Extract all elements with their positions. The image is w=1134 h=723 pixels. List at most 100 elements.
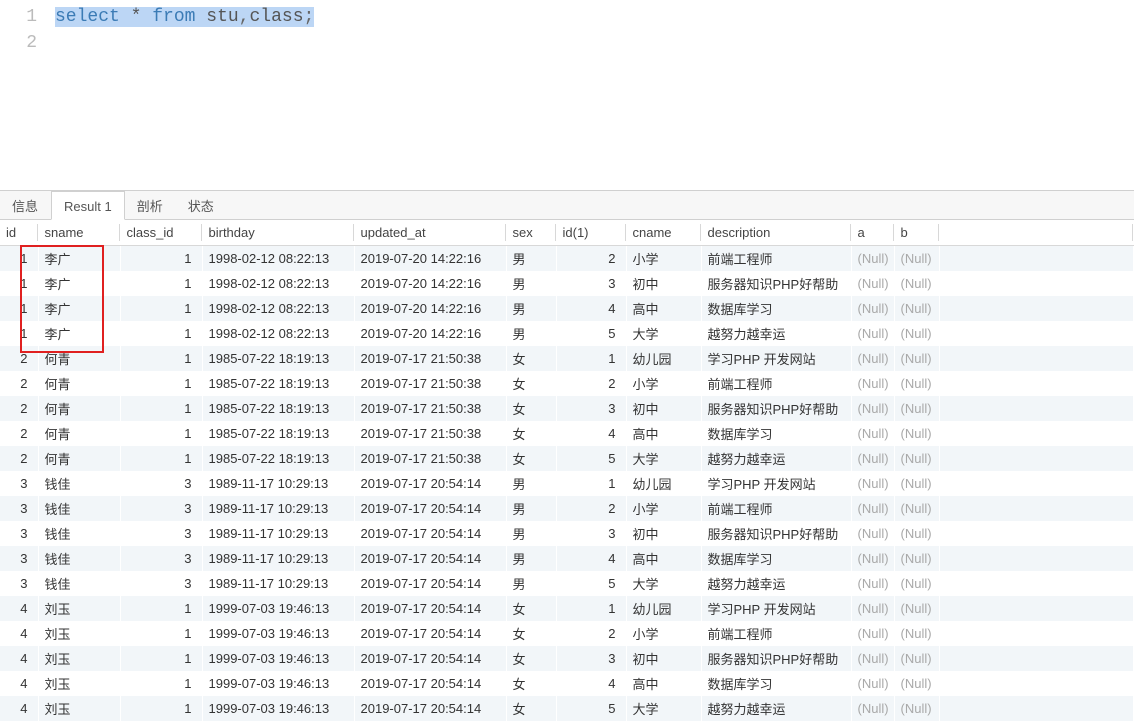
cell-class_id[interactable]: 3 bbox=[120, 546, 202, 571]
col-header-id1[interactable]: id(1) bbox=[556, 220, 626, 245]
cell-b[interactable]: (Null) bbox=[894, 371, 939, 396]
cell-a[interactable]: (Null) bbox=[851, 521, 894, 546]
cell-description[interactable]: 数据库学习 bbox=[701, 546, 851, 571]
cell-id[interactable]: 2 bbox=[0, 421, 38, 446]
cell-class_id[interactable]: 1 bbox=[120, 621, 202, 646]
cell-class_id[interactable]: 1 bbox=[120, 646, 202, 671]
cell-updated_at[interactable]: 2019-07-20 14:22:16 bbox=[354, 296, 506, 321]
cell-id1[interactable]: 2 bbox=[556, 496, 626, 521]
cell-sname[interactable]: 何青 bbox=[38, 346, 120, 371]
col-header-id[interactable]: id bbox=[0, 220, 38, 245]
cell-cname[interactable]: 小学 bbox=[626, 496, 701, 521]
cell-cname[interactable]: 高中 bbox=[626, 421, 701, 446]
cell-sname[interactable]: 钱佳 bbox=[38, 471, 120, 496]
cell-cname[interactable]: 大学 bbox=[626, 571, 701, 596]
cell-id[interactable]: 4 bbox=[0, 696, 38, 721]
cell-updated_at[interactable]: 2019-07-20 14:22:16 bbox=[354, 321, 506, 346]
tab-剖析[interactable]: 剖析 bbox=[125, 190, 176, 219]
cell-id[interactable]: 3 bbox=[0, 571, 38, 596]
cell-class_id[interactable]: 3 bbox=[120, 496, 202, 521]
cell-id[interactable]: 4 bbox=[0, 621, 38, 646]
cell-description[interactable]: 学习PHP 开发网站 bbox=[701, 346, 851, 371]
cell-class_id[interactable]: 3 bbox=[120, 471, 202, 496]
cell-id1[interactable]: 5 bbox=[556, 321, 626, 346]
col-header-class_id[interactable]: class_id bbox=[120, 220, 202, 245]
cell-sname[interactable]: 何青 bbox=[38, 396, 120, 421]
cell-description[interactable]: 越努力越幸运 bbox=[701, 446, 851, 471]
cell-a[interactable]: (Null) bbox=[851, 646, 894, 671]
cell-a[interactable]: (Null) bbox=[851, 496, 894, 521]
table-row[interactable]: 2何青11985-07-22 18:19:132019-07-17 21:50:… bbox=[0, 346, 1134, 371]
cell-updated_at[interactable]: 2019-07-17 21:50:38 bbox=[354, 346, 506, 371]
cell-birthday[interactable]: 1999-07-03 19:46:13 bbox=[202, 671, 354, 696]
code-content[interactable]: select * from stu,class; bbox=[55, 4, 314, 30]
table-row[interactable]: 2何青11985-07-22 18:19:132019-07-17 21:50:… bbox=[0, 396, 1134, 421]
cell-birthday[interactable]: 1998-02-12 08:22:13 bbox=[202, 271, 354, 296]
cell-b[interactable]: (Null) bbox=[894, 646, 939, 671]
table-row[interactable]: 4刘玉11999-07-03 19:46:132019-07-17 20:54:… bbox=[0, 596, 1134, 621]
cell-id[interactable]: 3 bbox=[0, 546, 38, 571]
cell-id1[interactable]: 5 bbox=[556, 696, 626, 721]
col-header-description[interactable]: description bbox=[701, 220, 851, 245]
cell-b[interactable]: (Null) bbox=[894, 446, 939, 471]
cell-sname[interactable]: 何青 bbox=[38, 421, 120, 446]
table-row[interactable]: 3钱佳31989-11-17 10:29:132019-07-17 20:54:… bbox=[0, 496, 1134, 521]
cell-id1[interactable]: 3 bbox=[556, 271, 626, 296]
result-grid[interactable]: idsnameclass_idbirthdayupdated_atsexid(1… bbox=[0, 220, 1134, 723]
cell-updated_at[interactable]: 2019-07-17 21:50:38 bbox=[354, 421, 506, 446]
cell-description[interactable]: 前端工程师 bbox=[701, 245, 851, 271]
cell-b[interactable]: (Null) bbox=[894, 621, 939, 646]
cell-sex[interactable]: 女 bbox=[506, 396, 556, 421]
cell-description[interactable]: 数据库学习 bbox=[701, 296, 851, 321]
table-row[interactable]: 1李广11998-02-12 08:22:132019-07-20 14:22:… bbox=[0, 296, 1134, 321]
cell-description[interactable]: 数据库学习 bbox=[701, 421, 851, 446]
cell-cname[interactable]: 初中 bbox=[626, 646, 701, 671]
cell-sex[interactable]: 男 bbox=[506, 271, 556, 296]
cell-class_id[interactable]: 1 bbox=[120, 245, 202, 271]
cell-sex[interactable]: 男 bbox=[506, 546, 556, 571]
cell-birthday[interactable]: 1985-07-22 18:19:13 bbox=[202, 346, 354, 371]
cell-class_id[interactable]: 1 bbox=[120, 296, 202, 321]
cell-sname[interactable]: 何青 bbox=[38, 446, 120, 471]
table-row[interactable]: 1李广11998-02-12 08:22:132019-07-20 14:22:… bbox=[0, 271, 1134, 296]
cell-cname[interactable]: 高中 bbox=[626, 671, 701, 696]
cell-a[interactable]: (Null) bbox=[851, 321, 894, 346]
cell-description[interactable]: 前端工程师 bbox=[701, 621, 851, 646]
cell-sex[interactable]: 女 bbox=[506, 671, 556, 696]
cell-sname[interactable]: 钱佳 bbox=[38, 546, 120, 571]
cell-birthday[interactable]: 1998-02-12 08:22:13 bbox=[202, 245, 354, 271]
cell-a[interactable]: (Null) bbox=[851, 371, 894, 396]
cell-birthday[interactable]: 1998-02-12 08:22:13 bbox=[202, 321, 354, 346]
cell-class_id[interactable]: 1 bbox=[120, 396, 202, 421]
cell-a[interactable]: (Null) bbox=[851, 421, 894, 446]
cell-updated_at[interactable]: 2019-07-17 21:50:38 bbox=[354, 446, 506, 471]
cell-b[interactable]: (Null) bbox=[894, 496, 939, 521]
cell-cname[interactable]: 初中 bbox=[626, 271, 701, 296]
col-header-birthday[interactable]: birthday bbox=[202, 220, 354, 245]
cell-a[interactable]: (Null) bbox=[851, 621, 894, 646]
cell-id[interactable]: 4 bbox=[0, 596, 38, 621]
cell-a[interactable]: (Null) bbox=[851, 271, 894, 296]
cell-cname[interactable]: 高中 bbox=[626, 546, 701, 571]
cell-b[interactable]: (Null) bbox=[894, 421, 939, 446]
cell-sname[interactable]: 李广 bbox=[38, 245, 120, 271]
cell-sname[interactable]: 刘玉 bbox=[38, 596, 120, 621]
cell-id[interactable]: 2 bbox=[0, 346, 38, 371]
cell-id[interactable]: 2 bbox=[0, 446, 38, 471]
cell-cname[interactable]: 大学 bbox=[626, 446, 701, 471]
cell-sex[interactable]: 男 bbox=[506, 571, 556, 596]
cell-class_id[interactable]: 1 bbox=[120, 421, 202, 446]
cell-updated_at[interactable]: 2019-07-17 20:54:14 bbox=[354, 696, 506, 721]
cell-sname[interactable]: 李广 bbox=[38, 321, 120, 346]
cell-b[interactable]: (Null) bbox=[894, 521, 939, 546]
cell-birthday[interactable]: 1999-07-03 19:46:13 bbox=[202, 596, 354, 621]
cell-updated_at[interactable]: 2019-07-17 20:54:14 bbox=[354, 646, 506, 671]
cell-birthday[interactable]: 1985-07-22 18:19:13 bbox=[202, 396, 354, 421]
cell-sex[interactable]: 女 bbox=[506, 421, 556, 446]
table-row[interactable]: 3钱佳31989-11-17 10:29:132019-07-17 20:54:… bbox=[0, 521, 1134, 546]
tab-result-1[interactable]: Result 1 bbox=[51, 191, 125, 220]
cell-a[interactable]: (Null) bbox=[851, 446, 894, 471]
col-header-cname[interactable]: cname bbox=[626, 220, 701, 245]
cell-b[interactable]: (Null) bbox=[894, 671, 939, 696]
cell-id[interactable]: 3 bbox=[0, 521, 38, 546]
